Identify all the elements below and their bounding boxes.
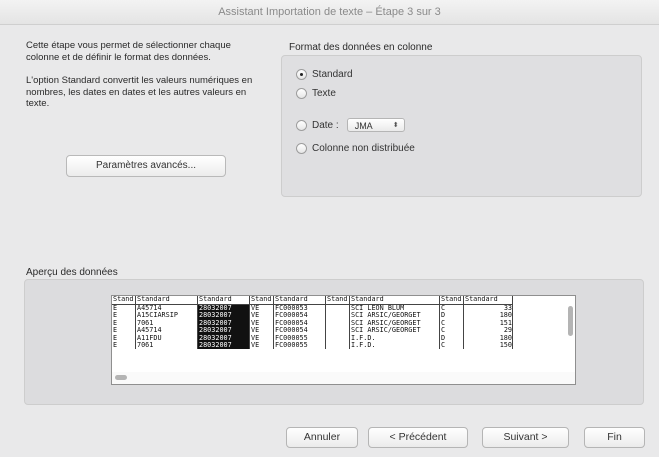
radio-skip-label: Colonne non distribuée — [312, 142, 415, 154]
horizontal-scrollbar[interactable] — [112, 372, 575, 384]
preview-cell — [326, 342, 349, 349]
column-format-group: Standard Texte Date : JMA ⬍ Colonne non … — [281, 55, 642, 197]
preview-cell: 7061 — [137, 340, 154, 349]
preview-cell: I.F.D. — [351, 340, 376, 349]
preview-column[interactable]: Stand E E E E E E — [112, 296, 136, 350]
column-format-label: Format des données en colonne — [289, 42, 433, 53]
vertical-scrollbar[interactable] — [568, 306, 573, 336]
advanced-settings-button[interactable]: Paramètres avancés... — [66, 155, 226, 177]
preview-cell — [326, 335, 349, 342]
next-button[interactable]: Suivant > — [482, 427, 569, 448]
preview-cell: 28032007 — [198, 341, 249, 350]
radio-texte[interactable] — [296, 87, 307, 99]
previous-button[interactable]: < Précédent — [368, 427, 468, 448]
preview-column[interactable]: Standard 28032007 28032007 28032007 28032007… — [198, 296, 250, 350]
date-format-select[interactable]: JMA ⬍ — [346, 118, 405, 132]
preview-column[interactable]: Standard SCI LEON BLUM SCI ARSIC/GEORGET SC… — [350, 296, 440, 350]
radio-texte-label: Texte — [312, 87, 336, 99]
step-description: Cette étape vous permet de sélectionner … — [26, 40, 258, 122]
preview-cell: FC000055 — [275, 340, 308, 349]
preview-column[interactable]: Standard A45714 A15CIARSIP 7061 A45714 A11FDU… — [136, 296, 198, 350]
data-preview-label: Aperçu des données — [26, 267, 118, 278]
radio-date-option[interactable]: Date : JMA ⬍ — [296, 118, 405, 132]
preview-cell: VE — [251, 340, 260, 349]
preview-cell: 150 — [499, 340, 512, 349]
radio-texte-option[interactable]: Texte — [296, 86, 336, 100]
finish-button[interactable]: Fin — [584, 427, 645, 448]
radio-skip-option[interactable]: Colonne non distribuée — [296, 141, 415, 155]
radio-skip-column[interactable] — [296, 142, 307, 154]
preview-cell: E — [113, 340, 118, 349]
radio-standard[interactable] — [296, 68, 307, 80]
preview-column[interactable]: Standard 33 180 151 29 180 150 — [464, 296, 513, 350]
date-format-value: JMA — [354, 121, 373, 131]
description-paragraph: L'option Standard convertit les valeurs … — [26, 75, 253, 109]
preview-cell: C — [441, 340, 446, 349]
preview-cell — [326, 320, 349, 327]
preview-column-header[interactable]: Stand — [326, 296, 349, 305]
radio-standard-option[interactable]: Standard — [296, 67, 353, 81]
preview-cell — [326, 305, 349, 312]
preview-cell — [326, 327, 349, 334]
preview-cell — [326, 312, 349, 319]
preview-column[interactable]: Stand VE VE VE VE VE VE — [250, 296, 274, 350]
data-preview-group: Stand E E E E E E Standard A45714 A15CIARSIP 7061 A… — [24, 279, 644, 405]
window-title: Assistant Importation de texte – Étape 3… — [0, 0, 659, 25]
preview-column[interactable]: Standard FC000053 FC000054 FC000054 FC000054… — [274, 296, 326, 350]
data-preview-grid: Stand E E E E E E Standard A45714 A15CIARSIP 7061 A… — [112, 296, 513, 350]
radio-date-label: Date : — [312, 119, 339, 131]
cancel-button[interactable]: Annuler — [286, 427, 358, 448]
select-arrows-icon: ⬍ — [392, 122, 399, 129]
radio-standard-label: Standard — [312, 68, 353, 80]
scrollbar-thumb[interactable] — [115, 375, 127, 380]
data-preview-box[interactable]: Stand E E E E E E Standard A45714 A15CIARSIP 7061 A… — [111, 295, 576, 385]
preview-column[interactable]: Stand — [326, 296, 350, 350]
radio-date[interactable] — [296, 119, 307, 131]
description-paragraph: Cette étape vous permet de sélectionner … — [26, 40, 231, 63]
preview-column[interactable]: Stand C D C C D C — [440, 296, 464, 350]
